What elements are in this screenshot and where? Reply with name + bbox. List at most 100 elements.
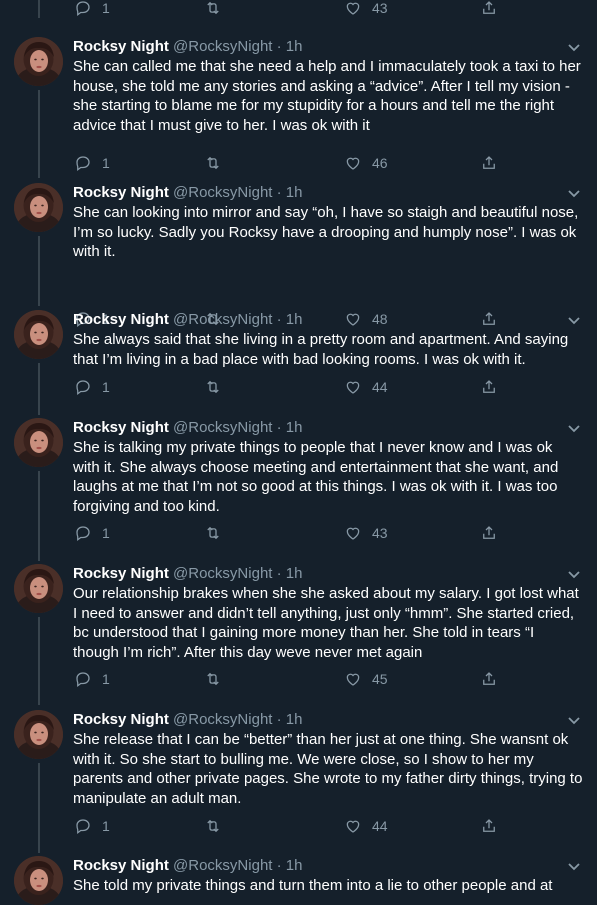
display-name[interactable]: Rocksy Night [73, 38, 169, 55]
user-handle[interactable]: @RocksyNight [173, 711, 272, 728]
retweet-button[interactable] [204, 375, 222, 399]
timestamp[interactable]: 1h [286, 711, 303, 728]
reply-button[interactable]: 1 [74, 521, 110, 545]
more-options-button[interactable] [567, 313, 581, 327]
avatar-image [14, 710, 63, 759]
tweet-actions: 1 45 [74, 667, 524, 691]
timestamp[interactable]: 1h [286, 184, 303, 201]
retweet-button[interactable] [204, 151, 222, 175]
display-name[interactable]: Rocksy Night [73, 711, 169, 728]
separator-dot: · [276, 857, 282, 874]
separator-dot: · [276, 311, 282, 328]
display-name[interactable]: Rocksy Night [73, 311, 169, 328]
tweet-header: Rocksy Night @RocksyNight · 1h [73, 710, 581, 730]
timestamp[interactable]: 1h [286, 311, 303, 328]
tweet-header: Rocksy Night @RocksyNight · 1h [73, 310, 581, 330]
avatar[interactable] [14, 710, 63, 759]
avatar[interactable] [14, 310, 63, 359]
reply-button[interactable]: 1 [74, 814, 110, 838]
share-icon [483, 380, 495, 393]
tweet-text: She is talking my private things to peop… [73, 439, 559, 515]
chevron-down-icon [568, 571, 580, 579]
reply-count: 1 [102, 671, 110, 687]
avatar-image [14, 37, 63, 86]
share-button[interactable] [480, 151, 498, 175]
share-button[interactable] [480, 814, 498, 838]
avatar[interactable] [14, 856, 63, 905]
like-count: 44 [372, 379, 388, 395]
more-options-button[interactable] [567, 421, 581, 435]
thread-line [38, 471, 40, 561]
display-name[interactable]: Rocksy Night [73, 184, 169, 201]
avatar[interactable] [14, 37, 63, 86]
avatar-image [14, 418, 63, 467]
like-button[interactable]: 45 [344, 667, 388, 691]
user-handle[interactable]: @RocksyNight [173, 857, 272, 874]
tweet-actions: 1 44 [74, 375, 524, 399]
share-button[interactable] [480, 667, 498, 691]
thread-line [38, 363, 40, 415]
user-handle[interactable]: @RocksyNight [173, 311, 272, 328]
timestamp[interactable]: 1h [286, 565, 303, 582]
display-name[interactable]: Rocksy Night [73, 857, 169, 874]
tweet-header: Rocksy Night @RocksyNight · 1h [73, 418, 581, 438]
share-button[interactable] [480, 0, 498, 20]
heart-icon [346, 527, 360, 540]
reply-button[interactable]: 1 [74, 667, 110, 691]
share-button[interactable] [480, 375, 498, 399]
tweet-text: She can called me that she need a help a… [73, 58, 581, 134]
share-icon [483, 156, 495, 169]
reply-button[interactable]: 1 [74, 375, 110, 399]
tweet-header: Rocksy Night @RocksyNight · 1h [73, 856, 581, 876]
timestamp[interactable]: 1h [286, 419, 303, 436]
more-options-button[interactable] [567, 859, 581, 873]
separator-dot: · [276, 711, 282, 728]
like-count: 43 [372, 525, 388, 541]
thread-line [38, 763, 40, 853]
like-count: 46 [372, 155, 388, 171]
separator-dot: · [276, 419, 282, 436]
avatar-image [14, 310, 63, 359]
display-name[interactable]: Rocksy Night [73, 419, 169, 436]
more-options-button[interactable] [567, 567, 581, 581]
like-button[interactable]: 43 [344, 0, 388, 20]
like-count: 45 [372, 671, 388, 687]
chevron-down-icon [568, 863, 580, 871]
like-button[interactable]: 44 [344, 814, 388, 838]
heart-icon [346, 2, 360, 15]
share-icon [483, 526, 495, 539]
avatar[interactable] [14, 418, 63, 467]
retweet-button[interactable] [204, 814, 222, 838]
tweet-header: Rocksy Night @RocksyNight · 1h [73, 183, 581, 203]
chevron-down-icon [568, 317, 580, 325]
more-options-button[interactable] [567, 713, 581, 727]
like-button[interactable]: 43 [344, 521, 388, 545]
reply-count: 1 [102, 0, 110, 16]
display-name[interactable]: Rocksy Night [73, 565, 169, 582]
avatar[interactable] [14, 183, 63, 232]
separator-dot: · [276, 38, 282, 55]
retweet-button[interactable] [204, 0, 222, 20]
reply-button[interactable]: 1 [74, 0, 110, 20]
avatar-image [14, 856, 63, 905]
thread-line [38, 236, 40, 306]
user-handle[interactable]: @RocksyNight [173, 419, 272, 436]
more-options-button[interactable] [567, 40, 581, 54]
user-handle[interactable]: @RocksyNight [173, 565, 272, 582]
share-button[interactable] [480, 521, 498, 545]
retweet-button[interactable] [204, 521, 222, 545]
user-handle[interactable]: @RocksyNight [173, 38, 272, 55]
avatar[interactable] [14, 564, 63, 613]
timestamp[interactable]: 1h [286, 38, 303, 55]
like-button[interactable]: 46 [344, 151, 388, 175]
retweet-button[interactable] [204, 667, 222, 691]
like-button[interactable]: 44 [344, 375, 388, 399]
timestamp[interactable]: 1h [286, 857, 303, 874]
user-handle[interactable]: @RocksyNight [173, 184, 272, 201]
like-count: 44 [372, 818, 388, 834]
more-options-button[interactable] [567, 186, 581, 200]
reply-count: 1 [102, 155, 110, 171]
reply-button[interactable]: 1 [74, 151, 110, 175]
tweet-actions: 1 43 [74, 0, 524, 20]
thread-line [38, 0, 40, 18]
